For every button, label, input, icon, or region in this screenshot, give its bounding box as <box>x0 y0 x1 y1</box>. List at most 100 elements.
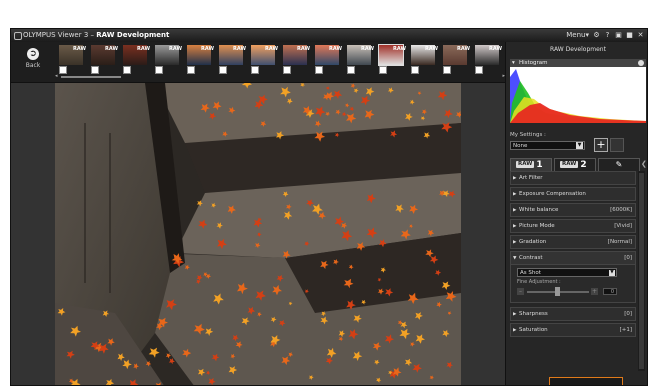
fine-adjustment-value[interactable]: 0 <box>603 288 617 295</box>
filmstrip-scrollbar[interactable]: ◂ ▸ <box>55 73 505 79</box>
thumbnail-image[interactable]: RAW <box>251 45 279 65</box>
menu-arrow-icon: ▾ <box>585 31 589 39</box>
thumbnail-checkbox[interactable] <box>187 66 195 74</box>
maximize-icon[interactable]: ■ <box>625 31 634 40</box>
thumbnail-image[interactable]: RAW <box>91 45 118 65</box>
photo-image <box>55 83 461 385</box>
thumbnail-image[interactable]: RAW <box>347 45 374 65</box>
expand-arrow-icon: ▶ <box>513 176 517 181</box>
gear-icon[interactable]: ⚙ <box>592 31 601 40</box>
row-art-filter[interactable]: ▶ Art Filter <box>510 171 636 185</box>
thumbnail[interactable]: RAW <box>439 45 470 75</box>
export-button[interactable]: Export <box>549 377 623 385</box>
tab-raw2[interactable]: RAW 2 <box>554 158 596 171</box>
thumbnail[interactable]: RAW <box>375 44 406 75</box>
thumbnail-image[interactable]: RAW <box>283 45 310 65</box>
chevron-down-icon: ▼ <box>576 142 583 149</box>
row-gradation[interactable]: ▶ Gradation [Normal] <box>510 235 636 249</box>
row-saturation[interactable]: ▶ Saturation [+1] <box>510 323 636 337</box>
thumbnail[interactable]: RAW <box>471 45 502 75</box>
raw-tag: RAW <box>233 46 247 52</box>
row-sharpness[interactable]: ▶ Sharpness [0] <box>510 307 636 321</box>
thumbnail-checkbox[interactable] <box>91 66 99 74</box>
restore-icon[interactable]: ▣ <box>614 31 623 40</box>
mode-name: RAW Development <box>96 31 170 39</box>
my-settings-select[interactable]: None ▼ <box>510 141 585 150</box>
thumbnail-image[interactable]: RAW <box>155 45 182 65</box>
thumbnail-image[interactable]: RAW <box>315 45 342 65</box>
thumbnail-image[interactable]: RAW <box>59 45 87 65</box>
thumbnail-checkbox[interactable] <box>379 66 387 74</box>
scrollbar-thumb[interactable] <box>639 173 644 369</box>
close-icon[interactable]: ✕ <box>636 31 645 40</box>
adjustment-list: ▶ Art Filter ▶ Exposure Compensation ▶ Whit… <box>510 171 638 371</box>
row-label: Picture Mode <box>519 223 555 229</box>
thumbnail-checkbox[interactable] <box>443 66 451 74</box>
thumbnail[interactable]: RAW <box>151 45 182 75</box>
contrast-select[interactable]: As Shot ▼ <box>517 268 617 277</box>
thumbnail-checkbox[interactable] <box>347 66 355 74</box>
thumbnail-checkbox[interactable] <box>475 66 483 74</box>
tab-edit[interactable]: ✎ <box>598 158 640 171</box>
thumbnail-image[interactable]: RAW <box>187 45 214 65</box>
scroll-left-icon[interactable]: ◂ <box>55 73 58 79</box>
thumbnail-checkbox[interactable] <box>59 66 67 74</box>
histogram-options-icon[interactable] <box>638 60 644 66</box>
thumbnail[interactable]: RAW <box>343 45 374 75</box>
thumbnail-image[interactable]: RAW <box>378 44 406 66</box>
panel-collapse-icon[interactable]: ❮ <box>641 160 647 168</box>
row-value: [Normal] <box>607 239 632 245</box>
thumbnail[interactable]: RAW <box>55 45 87 75</box>
thumbnail-checkbox[interactable] <box>315 66 323 74</box>
thumbnail[interactable]: RAW <box>215 45 247 75</box>
row-contrast[interactable]: ▼ Contrast [0] <box>510 251 636 265</box>
thumbnail-checkbox[interactable] <box>283 66 291 74</box>
expand-arrow-icon: ▶ <box>513 312 517 317</box>
thumbnail[interactable]: RAW <box>119 45 150 75</box>
thumbnail-image[interactable]: RAW <box>443 45 470 65</box>
thumbnail[interactable]: RAW <box>247 45 279 75</box>
olympus-viewer-window: OLYMPUS Viewer 3 – RAW Development Menu▾… <box>10 28 648 386</box>
thumbnail[interactable]: RAW <box>311 45 342 75</box>
row-picture-mode[interactable]: ▶ Picture Mode [Vivid] <box>510 219 636 233</box>
chevron-down-icon: ▼ <box>609 270 615 276</box>
delete-setting-button[interactable] <box>610 138 624 152</box>
expand-arrow-icon: ▶ <box>513 192 517 197</box>
help-icon[interactable]: ? <box>603 31 612 40</box>
back-button[interactable]: ➲ Back <box>19 48 47 78</box>
thumbnail[interactable]: RAW <box>183 45 214 75</box>
expand-arrow-icon: ▶ <box>513 224 517 229</box>
thumbnail-image[interactable]: RAW <box>475 45 502 65</box>
fine-decrease-button[interactable]: – <box>517 288 524 295</box>
app-name: OLYMPUS Viewer 3 <box>23 31 89 39</box>
row-white-balance[interactable]: ▶ White balance [6000K] <box>510 203 636 217</box>
tab-raw1[interactable]: RAW 1 <box>510 158 552 171</box>
thumbnail-checkbox[interactable] <box>251 66 259 74</box>
thumbnail-checkbox[interactable] <box>155 66 163 74</box>
thumbnail-image[interactable]: RAW <box>123 45 150 65</box>
raw-tag: RAW <box>73 46 87 52</box>
slider-handle[interactable] <box>555 287 560 296</box>
panel-scrollbar[interactable] <box>638 171 645 371</box>
thumbnail-checkbox[interactable] <box>123 66 131 74</box>
histogram-collapse-icon[interactable]: ▾ <box>512 59 515 67</box>
histogram-header[interactable]: ▾ Histogram <box>510 59 646 67</box>
thumbnail[interactable]: RAW <box>279 45 310 75</box>
thumbnail[interactable]: RAW <box>87 45 118 75</box>
thumbnail-checkbox[interactable] <box>219 66 227 74</box>
menu-button[interactable]: Menu▾ <box>566 29 589 42</box>
thumbnail-strip: RAW RAW RAW RAW RAW RAW RAW RAW RAW RAW RAW RAW RAW R… <box>55 44 505 75</box>
thumbnail-image[interactable]: RAW <box>411 45 438 65</box>
fine-increase-button[interactable]: + <box>591 288 598 295</box>
thumbnail[interactable]: RAW <box>407 45 438 75</box>
scrollbar-thumb[interactable] <box>61 76 121 78</box>
raw-tag: RAW <box>265 46 279 52</box>
histogram-label: Histogram <box>519 60 548 66</box>
raw-tabs: RAW 1 RAW 2 ✎ ❮ <box>510 158 647 171</box>
raw-chip: RAW <box>560 161 579 168</box>
expand-arrow-icon: ▶ <box>513 240 517 245</box>
row-exposure-compensation[interactable]: ▶ Exposure Compensation <box>510 187 636 201</box>
thumbnail-image[interactable]: RAW <box>219 45 247 65</box>
add-setting-button[interactable]: + <box>594 138 608 152</box>
thumbnail-checkbox[interactable] <box>411 66 419 74</box>
